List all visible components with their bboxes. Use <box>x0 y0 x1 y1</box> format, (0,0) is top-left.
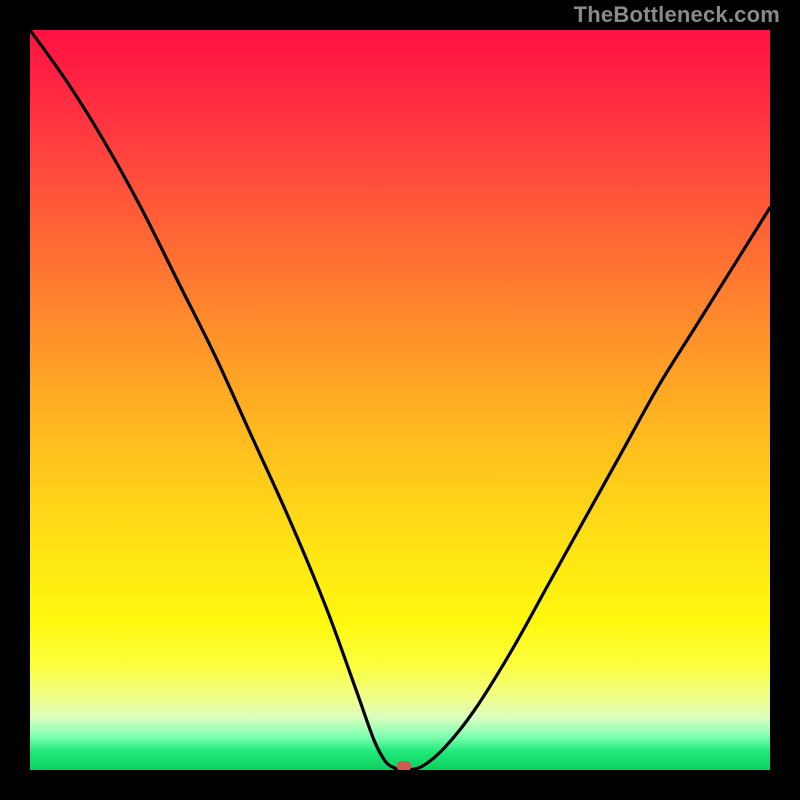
chart-frame: TheBottleneck.com <box>0 0 800 800</box>
optimal-marker <box>396 761 411 770</box>
watermark-text: TheBottleneck.com <box>574 2 780 28</box>
bottleneck-curve <box>30 30 770 770</box>
plot-area <box>30 30 770 770</box>
